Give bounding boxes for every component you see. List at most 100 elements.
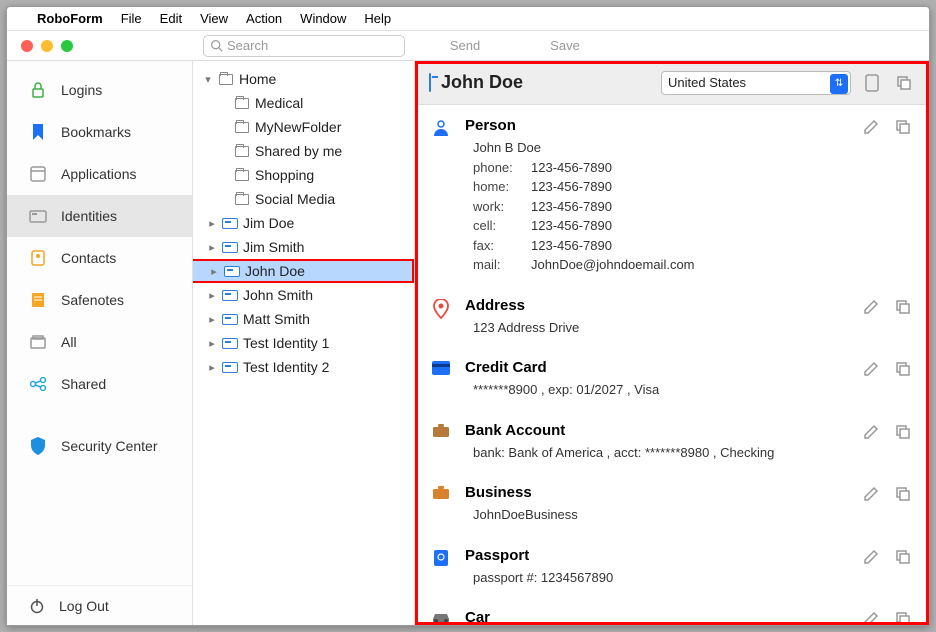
field-value: 123-456-7890 — [531, 236, 612, 256]
tree-label: Medical — [255, 95, 303, 111]
edit-icon[interactable] — [863, 424, 881, 442]
tree-folder[interactable]: Shared by me — [193, 139, 414, 163]
tree-home[interactable]: ▾ Home — [193, 67, 414, 91]
menu-window[interactable]: Window — [300, 11, 346, 26]
tablet-icon[interactable] — [861, 72, 883, 94]
sidebar-item-all[interactable]: All — [7, 321, 192, 363]
field-key: phone: — [473, 158, 523, 178]
menu-help[interactable]: Help — [364, 11, 391, 26]
sidebar-item-label: Contacts — [61, 250, 116, 266]
country-select[interactable]: United States ⇅ — [661, 71, 851, 95]
tree-folder[interactable]: Shopping — [193, 163, 414, 187]
search-input[interactable]: Search — [203, 35, 405, 57]
identity-icon — [429, 74, 431, 92]
section-bank: Bank Account bank: Bank of America , acc… — [415, 410, 929, 473]
field-value: 123-456-7890 — [531, 216, 612, 236]
menu-view[interactable]: View — [200, 11, 228, 26]
sidebar-item-label: All — [61, 334, 77, 350]
menu-action[interactable]: Action — [246, 11, 282, 26]
identity-icon — [221, 218, 239, 229]
sidebar-item-contacts[interactable]: Contacts — [7, 237, 192, 279]
copy-icon[interactable] — [895, 299, 913, 317]
copy-icon[interactable] — [895, 119, 913, 137]
field-key: home: — [473, 177, 523, 197]
sidebar: LoginsBookmarksApplicationsIdentities Con… — [7, 61, 193, 625]
sidebar-item-identities[interactable]: Identities — [7, 195, 192, 237]
tree-folder[interactable]: MyNewFolder — [193, 115, 414, 139]
copy-icon[interactable] — [895, 549, 913, 567]
send-button[interactable]: Send — [415, 38, 515, 53]
edit-icon[interactable] — [863, 361, 881, 379]
close-icon[interactable] — [21, 40, 33, 52]
logout-button[interactable]: Log Out — [7, 585, 192, 625]
menu-file[interactable]: File — [121, 11, 142, 26]
edit-icon[interactable] — [863, 299, 881, 317]
toolbar: Search Send Save — [7, 31, 929, 61]
copy-icon[interactable] — [895, 486, 913, 504]
sidebar-item-security[interactable]: Security Center — [7, 425, 192, 467]
person-field: mail:JohnDoe@johndoemail.com — [465, 255, 849, 275]
folder-icon — [233, 194, 251, 205]
chevron-updown-icon: ⇅ — [830, 74, 848, 94]
chevron-right-icon: ▸ — [207, 313, 217, 326]
tree-identity[interactable]: ▸John Smith — [193, 283, 414, 307]
save-button[interactable]: Save — [515, 38, 615, 53]
app-name[interactable]: RoboForm — [37, 11, 103, 26]
sidebar-item-safenotes[interactable]: Safenotes — [7, 279, 192, 321]
tree-identity[interactable]: ▸Test Identity 1 — [193, 331, 414, 355]
sidebar-item-label: Security Center — [61, 438, 157, 454]
copy-icon[interactable] — [895, 611, 913, 625]
tree-identity[interactable]: ▸Jim Doe — [193, 211, 414, 235]
edit-icon[interactable] — [863, 549, 881, 567]
copy-icon[interactable] — [895, 361, 913, 379]
credit-card-icon — [431, 359, 451, 400]
edit-icon[interactable] — [863, 119, 881, 137]
edit-icon[interactable] — [863, 486, 881, 504]
zoom-icon[interactable] — [61, 40, 73, 52]
tree-identity[interactable]: ▸Test Identity 2 — [193, 355, 414, 379]
detail-header: John Doe United States ⇅ — [415, 61, 929, 105]
sidebar-item-applications[interactable]: Applications — [7, 153, 192, 195]
passport-icon — [431, 547, 451, 588]
chevron-right-icon: ▸ — [207, 241, 217, 254]
person-field: work:123-456-7890 — [465, 197, 849, 217]
main-panel: John Doe United States ⇅ — [415, 61, 929, 625]
tree-identity[interactable]: ▸ Jim Smith — [193, 235, 414, 259]
tree: ▾ Home Medical MyNewFolder Shared by meSho… — [193, 61, 415, 625]
minimize-icon[interactable] — [41, 40, 53, 52]
copy-icon[interactable] — [893, 72, 915, 94]
tree-folder[interactable]: Medical — [193, 91, 414, 115]
tree-identity[interactable]: ▸Matt Smith — [193, 307, 414, 331]
tree-identity[interactable]: ▸John Doe — [193, 259, 414, 283]
car-icon — [431, 609, 451, 625]
tree-folder[interactable]: Social Media — [193, 187, 414, 211]
sidebar-item-label: Shared — [61, 376, 106, 392]
identity-icon — [221, 338, 239, 349]
shield-icon — [29, 437, 47, 455]
folder-icon — [217, 74, 235, 85]
menu-edit[interactable]: Edit — [160, 11, 182, 26]
copy-icon[interactable] — [895, 424, 913, 442]
chevron-right-icon: ▸ — [207, 361, 217, 374]
credit-line: *******8900 , exp: 01/2027 , Visa — [465, 380, 849, 400]
tree-label: Jim Smith — [243, 239, 304, 255]
bank-line: bank: Bank of America , acct: *******898… — [465, 443, 849, 463]
field-key: cell: — [473, 216, 523, 236]
tree-label: MyNewFolder — [255, 119, 341, 135]
sidebar-item-bookmarks[interactable]: Bookmarks — [7, 111, 192, 153]
field-value: 123-456-7890 — [531, 158, 612, 178]
sidebar-item-logins[interactable]: Logins — [7, 69, 192, 111]
edit-icon[interactable] — [863, 611, 881, 625]
address-line: 123 Address Drive — [465, 318, 849, 338]
field-value: JohnDoe@johndoemail.com — [531, 255, 695, 275]
tree-label: Test Identity 1 — [243, 335, 329, 351]
field-value: 123-456-7890 — [531, 197, 612, 217]
sidebar-item-shared[interactable]: Shared — [7, 363, 192, 405]
person-field: phone: 123-456-7890 — [465, 158, 849, 178]
section-address: Address 123 Address Drive — [415, 285, 929, 348]
detail-title: John Doe — [441, 72, 651, 93]
section-title: Passport — [465, 547, 849, 564]
person-field: fax:123-456-7890 — [465, 236, 849, 256]
all-icon — [29, 333, 47, 351]
note-icon — [29, 291, 47, 309]
